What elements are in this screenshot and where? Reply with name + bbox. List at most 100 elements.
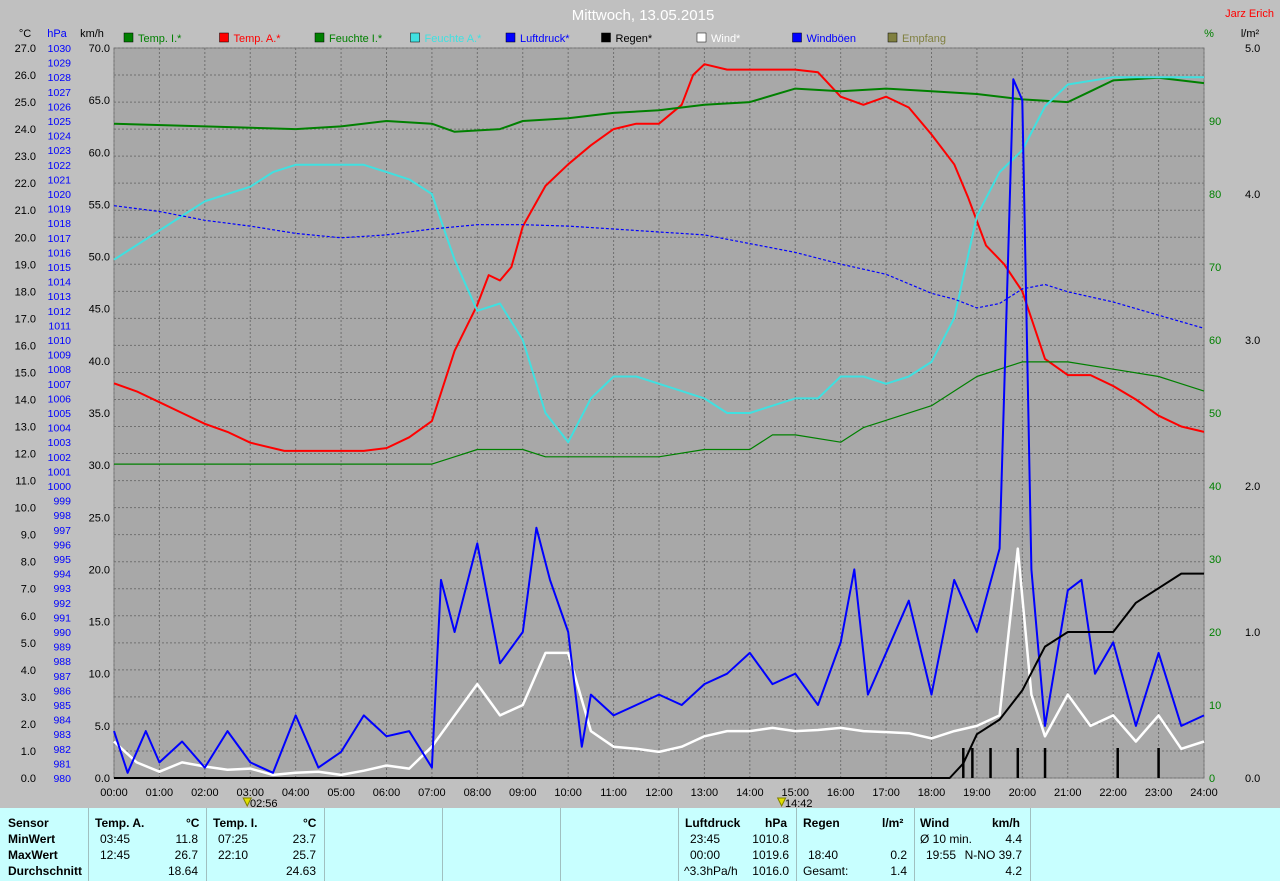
time-tick-label: 23:00 xyxy=(1145,787,1173,799)
time-tick-label: 21:00 xyxy=(1054,787,1082,799)
chart-title: Mittwoch, 13.05.2015 xyxy=(572,7,715,24)
pressure-tick-label: 1023 xyxy=(48,145,72,157)
pressure-tick-label: 1017 xyxy=(48,233,72,245)
humidity-unit-label: % xyxy=(1204,28,1214,40)
pressure-tick-label: 1019 xyxy=(48,204,72,216)
wind-tick-label: 70.0 xyxy=(89,43,110,55)
pressure-tick-label: 1030 xyxy=(48,43,72,55)
row-label-max: MaxWert xyxy=(8,848,58,862)
pressure-tick-label: 1002 xyxy=(48,452,72,464)
temp-tick-label: 14.0 xyxy=(15,394,36,406)
pressure-tick-label: 1001 xyxy=(48,466,72,478)
pressure-tick-label: 985 xyxy=(53,700,71,712)
pressure-tick-label: 1028 xyxy=(48,72,72,84)
pressure-tick-label: 1007 xyxy=(48,379,72,391)
temp-unit-label: °C xyxy=(19,28,31,40)
temp-i-max: 25.7 xyxy=(292,848,316,862)
time-tick-label: 14:00 xyxy=(736,787,764,799)
pressure-tick-label: 1016 xyxy=(48,247,72,259)
temp-i-min: 23.7 xyxy=(292,832,316,846)
pressure-unit-label: hPa xyxy=(47,28,67,40)
rain-max-time: 18:40 xyxy=(808,848,839,862)
legend-swatch xyxy=(601,32,611,43)
pressure-tick-label: 995 xyxy=(53,554,71,566)
pressure-tick-label: 1012 xyxy=(48,306,72,318)
temp-tick-label: 18.0 xyxy=(15,286,36,298)
temp-tick-label: 15.0 xyxy=(15,367,36,379)
pressure-tick-label: 983 xyxy=(53,729,71,741)
time-tick-label: 13:00 xyxy=(691,787,719,799)
pressure-tick-label: 1008 xyxy=(48,364,72,376)
time-tick-label: 16:00 xyxy=(827,787,855,799)
wind-tick-label: 35.0 xyxy=(89,408,110,420)
pressure-tick-label: 1020 xyxy=(48,189,72,201)
temp-tick-label: 25.0 xyxy=(15,97,36,109)
pressure-tick-label: 1029 xyxy=(48,58,72,70)
rain-total: 1.4 xyxy=(890,864,907,878)
pressure-tick-label: 984 xyxy=(53,715,71,727)
pressure-tick-label: 994 xyxy=(53,569,71,581)
time-tick-label: 18:00 xyxy=(918,787,946,799)
humidity-tick-label: 30 xyxy=(1209,554,1221,566)
wind-tick-label: 50.0 xyxy=(89,252,110,264)
rain-tick-label: 2.0 xyxy=(1245,481,1260,493)
legend-swatch xyxy=(123,32,134,43)
wind-tick-label: 20.0 xyxy=(89,564,110,576)
temp-a-max-time: 12:45 xyxy=(100,848,131,862)
temp-tick-label: 17.0 xyxy=(15,313,36,325)
temp-tick-label: 5.0 xyxy=(21,638,36,650)
wind-axis: 70.0 65.0 60.0 55.0 50.0 45.0 40.0 35.0 30.0 25.0… xyxy=(89,43,110,785)
pressure-tick-label: 1005 xyxy=(48,408,72,420)
wind-avg10: 4.4 xyxy=(1005,832,1022,846)
pressure-tick-label: 991 xyxy=(53,612,71,624)
temp-tick-label: 8.0 xyxy=(21,557,36,569)
temp-tick-label: 6.0 xyxy=(21,611,36,623)
pressure-tick-label: 982 xyxy=(53,744,71,756)
pressure-tick-label: 1025 xyxy=(48,116,72,128)
pressure-max-time: 00:00 xyxy=(690,848,721,862)
legend-swatch xyxy=(887,32,898,43)
wind-max-time: 19:55 xyxy=(926,848,957,862)
temp-tick-label: 12.0 xyxy=(15,449,36,461)
rain-tick-label: 5.0 xyxy=(1245,43,1260,55)
rain-unit-label: l/m² xyxy=(1241,28,1260,40)
legend-label: Temp. I.* xyxy=(138,33,182,45)
legend-label: Feuchte I.* xyxy=(329,33,383,45)
pressure-tick-label: 1009 xyxy=(48,350,72,362)
weather-chart: Mittwoch, 13.05.2015 Jarz Erich Temp. I.… xyxy=(0,0,1280,810)
time-tick-label: 01:00 xyxy=(146,787,174,799)
pressure-avg: 1016.0 xyxy=(752,864,789,878)
temp-tick-label: 24.0 xyxy=(15,124,36,136)
pressure-tick-label: 1013 xyxy=(48,291,72,303)
pressure-tick-label: 1003 xyxy=(48,437,72,449)
pressure-tick-label: 1022 xyxy=(48,160,72,172)
time-tick-label: 00:00 xyxy=(100,787,128,799)
temp-tick-label: 3.0 xyxy=(21,692,36,704)
wind-tick-label: 5.0 xyxy=(95,721,110,733)
time-tick-label: 04:00 xyxy=(282,787,310,799)
stats-table: Sensor MinWert MaxWert Durchschnitt Temp… xyxy=(0,808,1280,881)
temp-tick-label: 20.0 xyxy=(15,232,36,244)
legend-label: Empfang xyxy=(902,33,946,45)
pressure-tick-label: 990 xyxy=(53,627,71,639)
row-label-sensor: Sensor xyxy=(8,816,49,830)
pressure-tick-label: 987 xyxy=(53,671,71,683)
pressure-tick-label: 986 xyxy=(53,685,71,697)
pressure-min-time: 23:45 xyxy=(690,832,721,846)
rain-tick-label: 0.0 xyxy=(1245,773,1260,785)
pressure-tick-label: 1027 xyxy=(48,87,72,99)
time-tick-label: 17:00 xyxy=(872,787,900,799)
temp-tick-label: 7.0 xyxy=(21,584,36,596)
pressure-tick-label: 1018 xyxy=(48,218,72,230)
wind-tick-label: 15.0 xyxy=(89,617,110,629)
wind-tick-label: 0.0 xyxy=(95,773,110,785)
pressure-tick-label: 989 xyxy=(53,642,71,654)
temp-tick-label: 4.0 xyxy=(21,665,36,677)
legend-swatch xyxy=(219,32,229,43)
time-tick-label: 09:00 xyxy=(509,787,537,799)
pressure-tick-label: 1021 xyxy=(48,174,72,186)
wind-unit: km/h xyxy=(992,816,1021,830)
pressure-tick-label: 1015 xyxy=(48,262,72,274)
temp-tick-label: 16.0 xyxy=(15,340,36,352)
wind-header: Wind xyxy=(920,816,950,830)
